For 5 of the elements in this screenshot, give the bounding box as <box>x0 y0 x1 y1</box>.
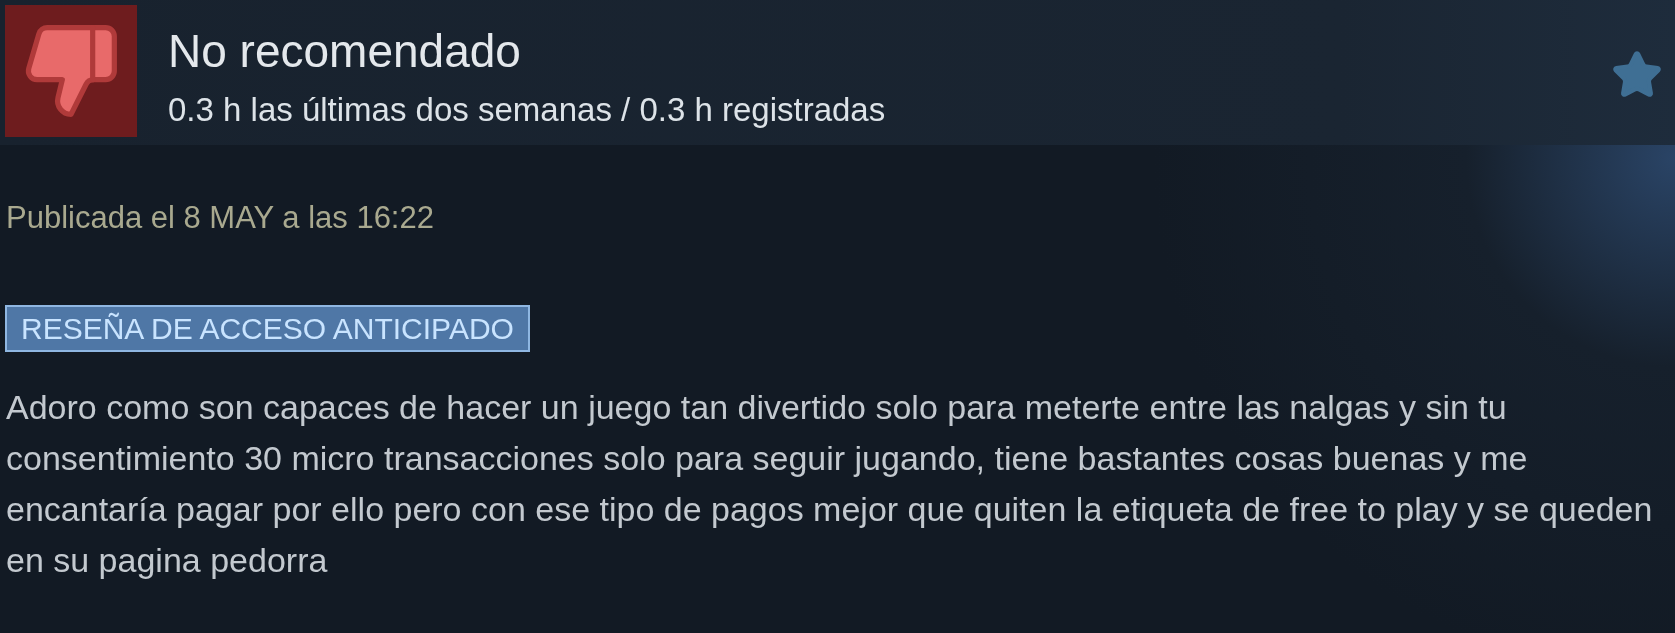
review-text: Adoro como son capaces de hacer un juego tan divertido solo para meterte entre las nalgas y sin tu consentimiento 30 micro transacciones solo para seguir jugando, tiene bastantes cosas buenas y me encantaría pagar por ello pero con ese tipo de pagos mejor que quiten la etiqueta de free to play y se queden en su pagina pedorra <box>6 387 1654 581</box>
playtime-text: 0.3 h las últimas dos semanas / 0.3 h registradas <box>168 91 886 129</box>
review-title: No recomendado <box>168 25 522 77</box>
early-access-badge: RESEÑA DE ACCESO ANTICIPADO <box>5 305 530 352</box>
posted-date: Publicada el 8 MAY a las 16:22 <box>6 200 434 236</box>
